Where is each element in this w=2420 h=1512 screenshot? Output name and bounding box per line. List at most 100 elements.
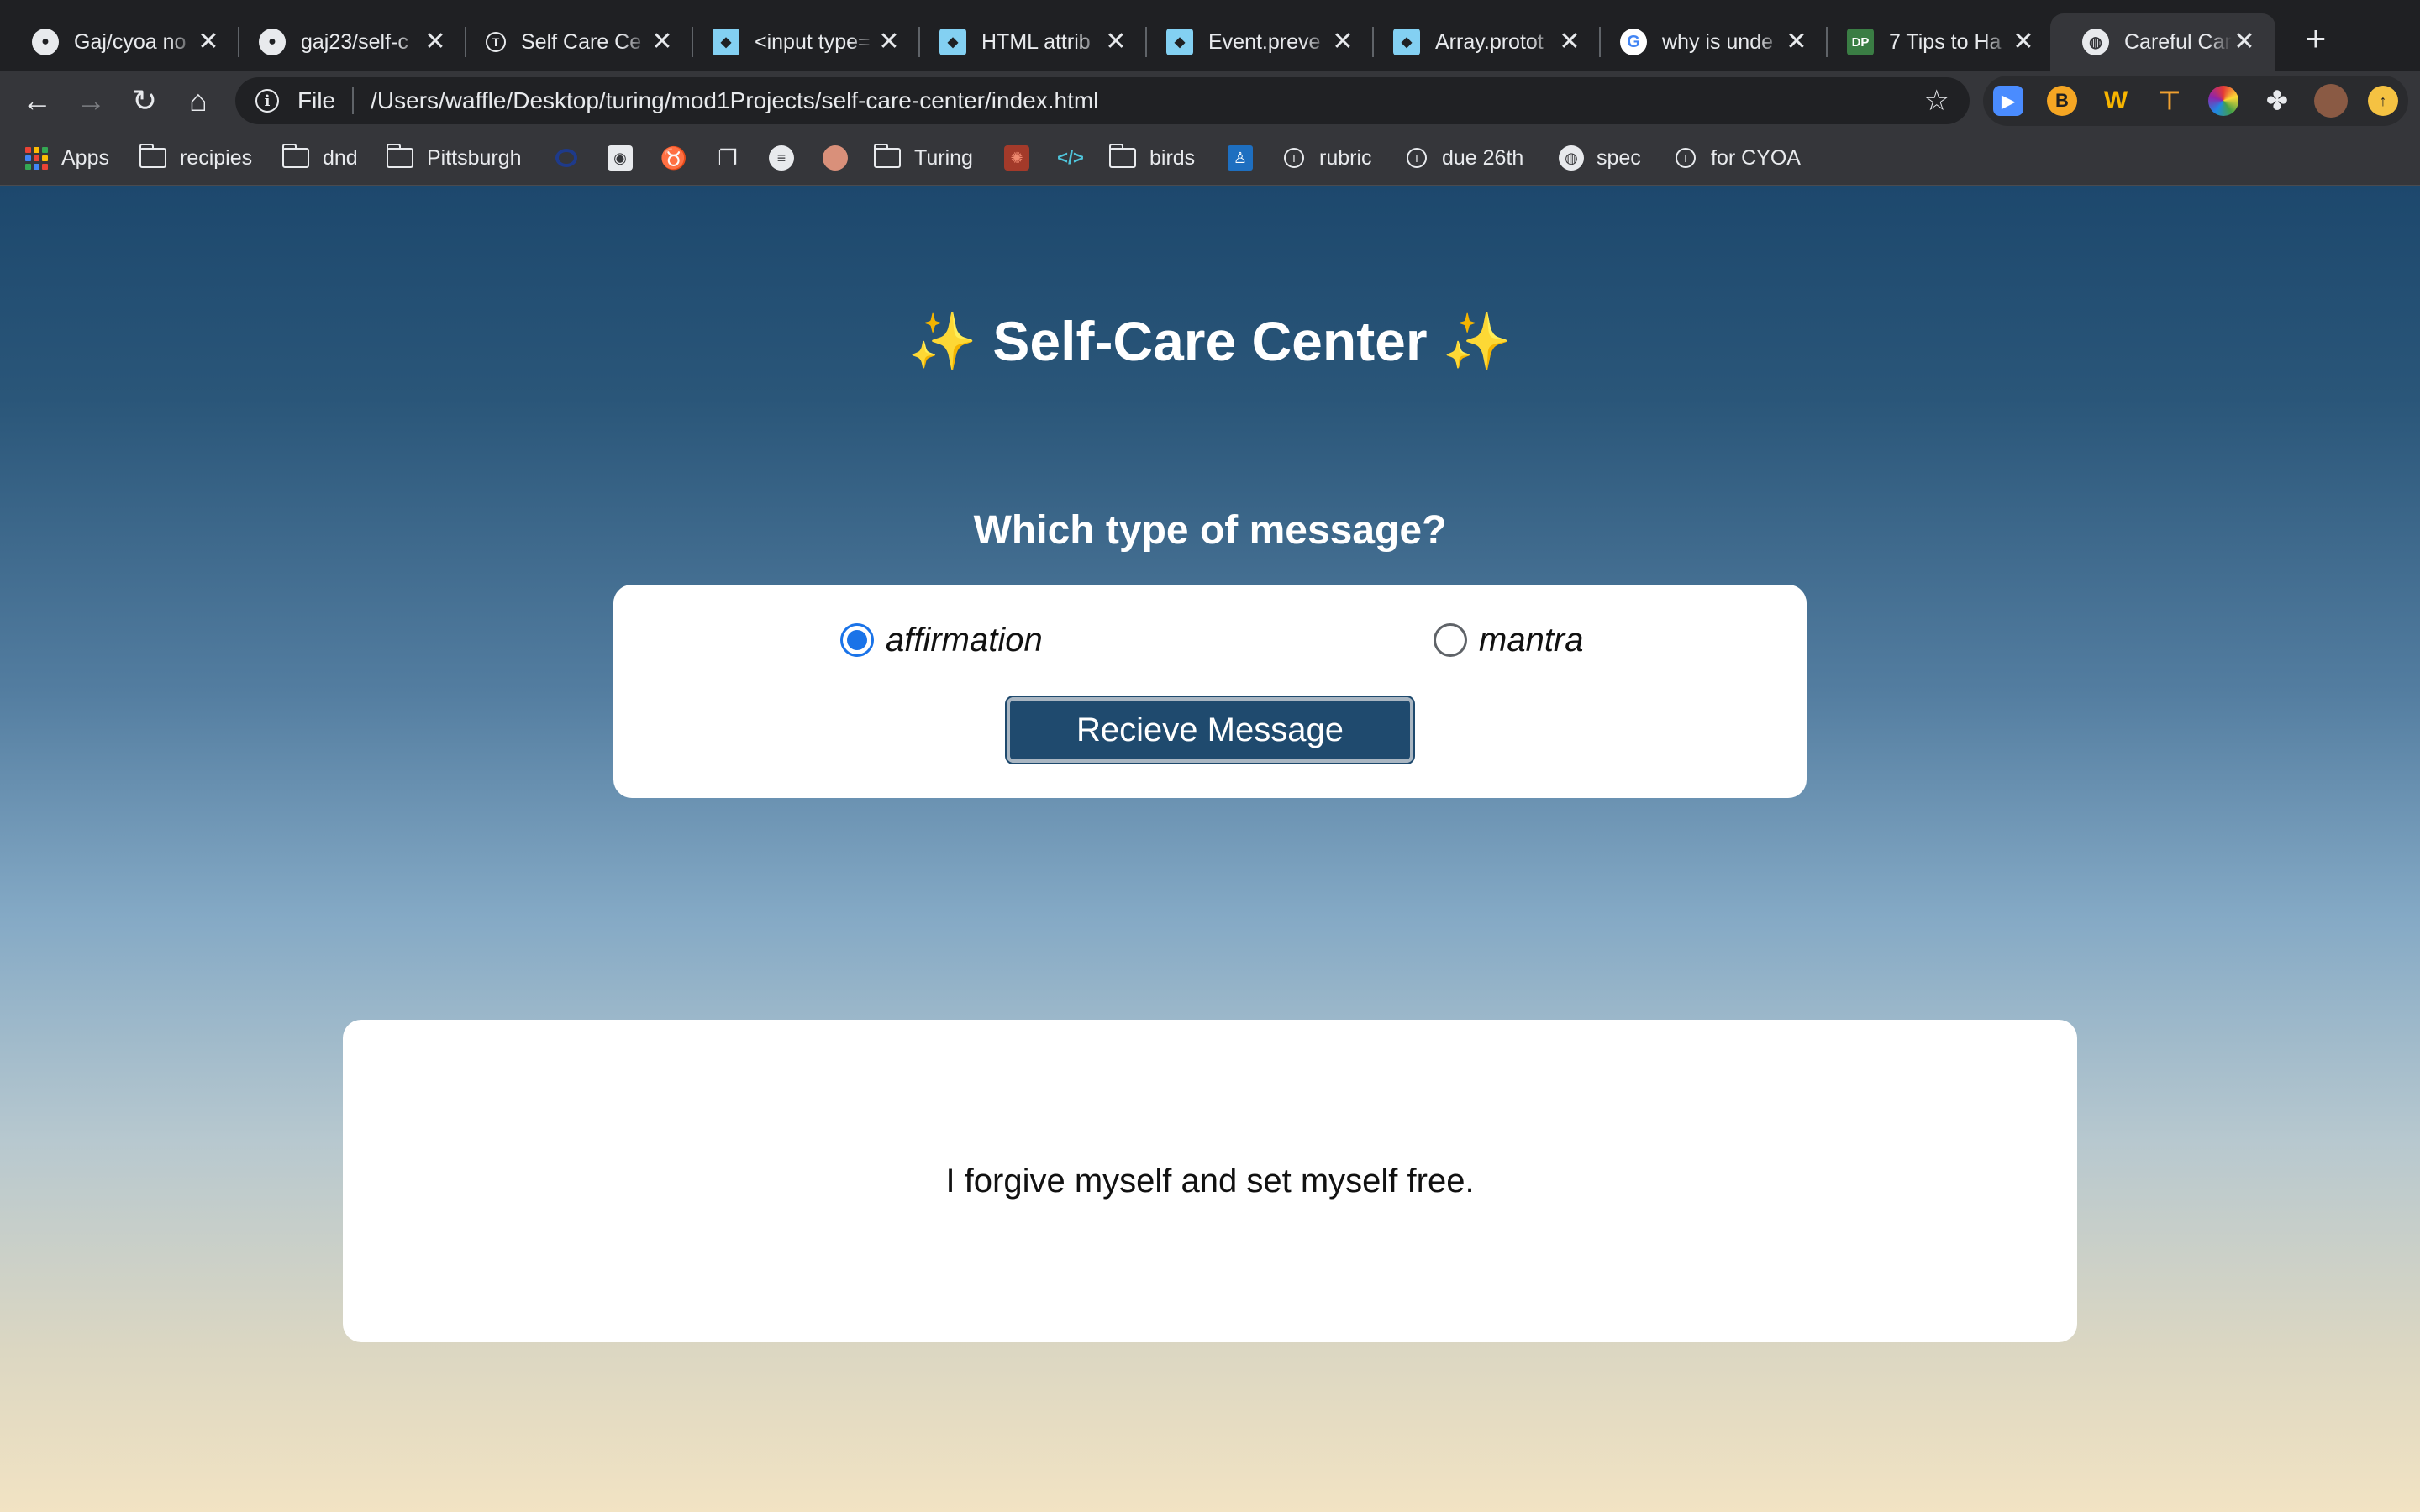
mdn-icon: ◆	[1393, 29, 1420, 55]
shield-badge-icon: ◉	[607, 144, 634, 171]
update-icon[interactable]: ↑	[2368, 86, 2398, 116]
tab-mdn-html-attributes[interactable]: ◆ HTML attrib ✕	[908, 13, 1147, 71]
forward-arrow-icon[interactable]: →	[72, 82, 109, 119]
back-arrow-icon[interactable]: ←	[18, 82, 55, 119]
close-icon[interactable]: ✕	[196, 29, 221, 55]
info-icon[interactable]: i	[255, 89, 279, 113]
bookmark-apps[interactable]: Apps	[25, 139, 109, 176]
close-icon[interactable]: ✕	[2011, 29, 2036, 55]
bookmark-for-cyoa[interactable]: T for CYOA	[1672, 139, 1801, 176]
tab-mdn-array-prototype[interactable]: ◆ Array.protot ✕	[1361, 13, 1601, 71]
bookmark-label: Turing	[914, 145, 973, 170]
bookmark-dnd[interactable]: dnd	[282, 139, 358, 176]
folder-icon	[874, 144, 901, 168]
tab-title: Self Care Ce	[521, 29, 642, 54]
bookmark-label: due 26th	[1442, 145, 1524, 170]
tab-turing-self-care[interactable]: T Self Care Ce ✕	[454, 13, 693, 71]
bookmark-label: Apps	[61, 145, 109, 170]
peach-circle-icon	[822, 144, 849, 171]
tab-title: Event.preve	[1208, 29, 1321, 54]
bookmark-star-icon[interactable]: ☆	[1924, 84, 1949, 118]
puzzle-icon[interactable]: ✤	[2262, 86, 2292, 116]
bookmark-birds[interactable]: birds	[1109, 139, 1195, 176]
mdn-icon: ◆	[1166, 29, 1193, 55]
mantra-option[interactable]: mantra	[1434, 618, 1584, 662]
t-extension-icon[interactable]: ⊤	[2154, 86, 2185, 116]
new-tab-button[interactable]: +	[2297, 21, 2334, 59]
color-picker-extension-icon[interactable]	[2208, 86, 2238, 116]
dp-icon: DP	[1847, 29, 1874, 55]
bookmark-list[interactable]: ≡	[768, 139, 795, 176]
tab-github-cyoa[interactable]: ● Gaj/cyoa no ✕	[0, 13, 239, 71]
bookmark-spec[interactable]: ◍ spec	[1558, 139, 1641, 176]
turing-icon: T	[486, 32, 506, 52]
tab-mdn-event-preventdefault[interactable]: ◆ Event.preve ✕	[1134, 13, 1374, 71]
bookmark-docs[interactable]: ❐	[714, 139, 741, 176]
folder-icon	[282, 144, 309, 168]
bookmark-person[interactable]: ♙	[1227, 139, 1254, 176]
tab-strip: ● Gaj/cyoa no ✕ ● gaj23/self-c ✕ T Self …	[0, 0, 2420, 71]
b-extension-icon[interactable]: B	[2047, 86, 2077, 116]
message-type-card: affirmation mantra Recieve Message	[613, 585, 1807, 798]
bookmark-viking[interactable]: ♉	[660, 139, 687, 176]
close-icon[interactable]: ✕	[1784, 29, 1809, 55]
home-icon[interactable]: ⌂	[180, 82, 217, 119]
close-icon[interactable]: ✕	[423, 29, 448, 55]
blue-person-icon: ♙	[1227, 144, 1254, 171]
receive-message-button[interactable]: Recieve Message	[1005, 696, 1415, 764]
close-icon[interactable]: ✕	[1330, 29, 1355, 55]
code-icon: </>	[1057, 147, 1084, 168]
address-bar[interactable]: i File /Users/waffle/Desktop/turing/mod1…	[235, 77, 1970, 124]
bookmark-label: rubric	[1319, 145, 1372, 170]
close-icon[interactable]: ✕	[876, 29, 902, 55]
tab-title: <input type=	[755, 29, 871, 54]
tab-title: why is unde	[1662, 29, 1774, 54]
bookmark-label: for CYOA	[1711, 145, 1801, 170]
affirmation-radio[interactable]	[840, 623, 874, 657]
globe-icon: ◍	[1558, 144, 1585, 171]
w-extension-icon[interactable]: W	[2101, 86, 2131, 116]
tab-title: Gaj/cyoa no	[74, 29, 187, 54]
turing-icon: T	[1281, 144, 1307, 171]
url-text[interactable]: /Users/waffle/Desktop/turing/mod1Project…	[371, 87, 1923, 114]
tab-careful-care[interactable]: ◍ Careful Care ✕	[2050, 13, 2275, 71]
browser-toolbar: ← → ↻ ⌂ i File /Users/waffle/Desktop/tur…	[0, 71, 2420, 131]
zoom-extension-icon[interactable]: ▶	[1993, 86, 2023, 116]
turing-icon: T	[1672, 144, 1699, 171]
tab-7-tips[interactable]: DP 7 Tips to Ha ✕	[1815, 13, 2054, 71]
tab-title: gaj23/self-c	[301, 29, 408, 54]
bookmark-shield[interactable]: ◉	[607, 139, 634, 176]
tab-title: Array.protot	[1435, 29, 1544, 54]
close-icon[interactable]: ✕	[1557, 29, 1582, 55]
mdn-icon: ◆	[939, 29, 966, 55]
bookmark-rubric[interactable]: T rubric	[1281, 139, 1372, 176]
viking-icon: ♉	[660, 144, 688, 171]
red-square-icon: ✺	[1003, 144, 1030, 171]
tab-mdn-input-type[interactable]: ◆ <input type= ✕	[681, 13, 920, 71]
bookmark-peach[interactable]	[822, 139, 849, 176]
bookmark-red[interactable]: ✺	[1003, 139, 1030, 176]
mantra-radio[interactable]	[1434, 623, 1467, 657]
bookmark-recipies[interactable]: recipies	[139, 139, 252, 176]
github-icon: ●	[259, 29, 286, 55]
tab-github-self-care[interactable]: ● gaj23/self-c ✕	[227, 13, 466, 71]
bookmark-label: spec	[1597, 145, 1641, 170]
turing-icon: T	[1403, 144, 1430, 171]
affirmation-option[interactable]: affirmation	[840, 618, 1043, 662]
bookmark-ring[interactable]	[553, 139, 580, 176]
bookmark-code[interactable]: </>	[1057, 139, 1084, 176]
reload-icon[interactable]: ↻	[126, 82, 163, 119]
bookmarks-bar: Apps recipies dnd Pittsburgh ◉ ♉ ❐ ≡ Tur…	[0, 131, 2420, 186]
close-icon[interactable]: ✕	[650, 29, 675, 55]
extensions-area: ▶ B W ⊤ ✤ ↑	[1983, 76, 2408, 126]
bookmark-due-26th[interactable]: T due 26th	[1403, 139, 1523, 176]
bookmark-turing[interactable]: Turing	[874, 139, 973, 176]
close-icon[interactable]: ✕	[1103, 29, 1128, 55]
profile-avatar-icon[interactable]	[2314, 84, 2348, 118]
close-icon[interactable]: ✕	[2232, 29, 2257, 55]
page-viewport: ✨ Self-Care Center ✨ Which type of messa…	[0, 186, 2420, 1512]
affirmation-label: affirmation	[886, 621, 1043, 659]
tab-google-search[interactable]: G why is unde ✕	[1588, 13, 1828, 71]
folder-icon	[139, 144, 166, 168]
bookmark-pittsburgh[interactable]: Pittsburgh	[387, 139, 522, 176]
